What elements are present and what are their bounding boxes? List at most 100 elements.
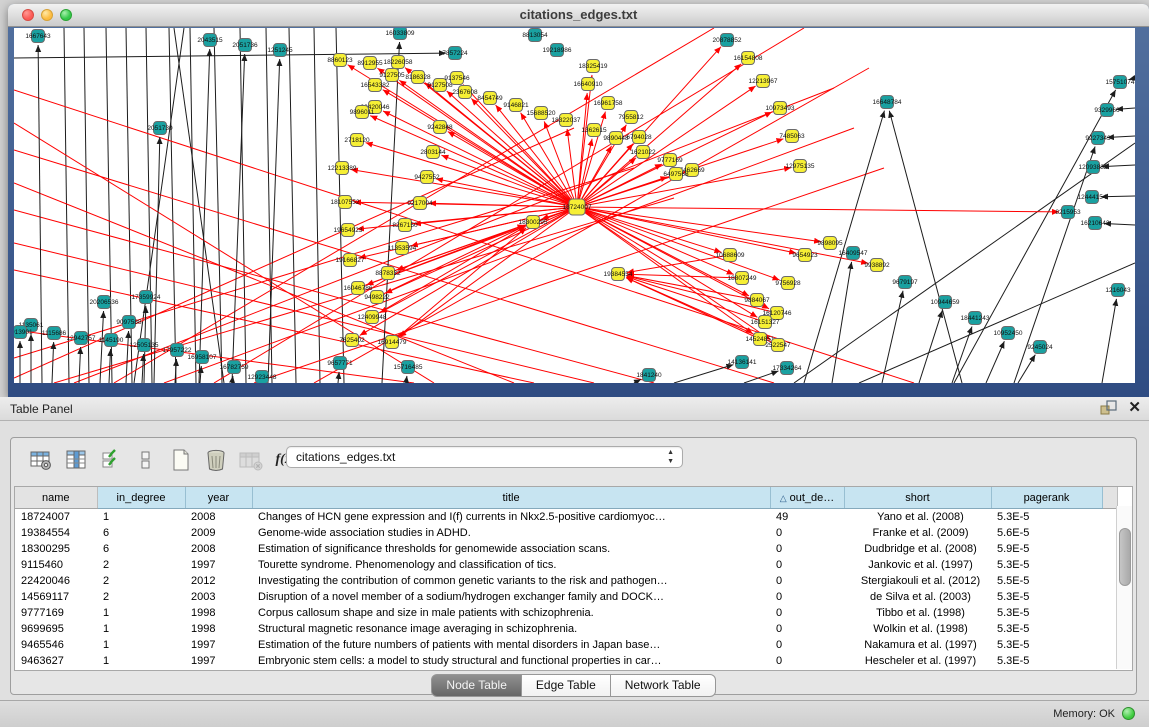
cell-out_degree[interactable]: 0 <box>770 573 844 589</box>
cell-pagerank[interactable]: 5.3E-5 <box>991 621 1102 637</box>
cell-name[interactable]: 9777169 <box>15 605 97 621</box>
graph-node-9427552[interactable]: 9427552 <box>414 171 440 184</box>
cell-pagerank[interactable]: 5.3E-5 <box>991 589 1102 605</box>
cell-pagerank[interactable]: 5.3E-5 <box>991 557 1102 573</box>
cell-pagerank[interactable]: 5.3E-5 <box>991 605 1102 621</box>
graph-node-10944659[interactable]: 10944659 <box>931 296 960 309</box>
cell-short[interactable]: Stergiakouli et al. (2012) <box>844 573 991 589</box>
graph-node-18325419[interactable]: 18325419 <box>579 60 608 73</box>
graph-node-9146821[interactable]: 9146821 <box>503 99 529 112</box>
cell-short[interactable]: Franke et al. (2009) <box>844 525 991 541</box>
column-header-title[interactable]: title <box>252 487 770 509</box>
cell-pagerank[interactable]: 5.3E-5 <box>991 509 1102 526</box>
table-row[interactable]: 1872400712008Changes of HCN gene express… <box>15 509 1117 526</box>
graph-node-9242848[interactable]: 9242848 <box>427 121 453 134</box>
table-row[interactable]: 1938455462009Genome-wide association stu… <box>15 525 1117 541</box>
graph-node-18107552[interactable]: 18107552 <box>331 196 360 209</box>
cell-name[interactable]: 9465546 <box>15 637 97 653</box>
graph-node-16648784[interactable]: 16648784 <box>873 96 902 109</box>
cell-in_degree[interactable]: 6 <box>97 541 185 557</box>
graph-node-16409547[interactable]: 16409547 <box>839 247 868 260</box>
cell-year[interactable]: 2012 <box>185 573 252 589</box>
graph-node-12975135[interactable]: 12975135 <box>786 160 815 173</box>
create-table-icon[interactable] <box>169 448 193 472</box>
graph-node-9938892[interactable]: 9938892 <box>864 259 890 272</box>
graph-node-9898095[interactable]: 9898095 <box>817 237 843 250</box>
graph-node-17334264[interactable]: 17334264 <box>773 362 802 375</box>
graph-node-8215953[interactable]: 8215953 <box>1055 206 1081 219</box>
cell-out_degree[interactable]: 0 <box>770 653 844 669</box>
graph-node-15751074[interactable]: 15751074 <box>1106 76 1135 89</box>
cell-year[interactable]: 2009 <box>185 525 252 541</box>
cell-in_degree[interactable]: 1 <box>97 621 185 637</box>
column-header-in_degree[interactable]: in_degree <box>97 487 185 509</box>
graph-node-12213967[interactable]: 12213967 <box>749 75 778 88</box>
cell-short[interactable]: Yano et al. (2008) <box>844 509 991 526</box>
cell-name[interactable]: 18724007 <box>15 509 97 526</box>
table-row[interactable]: 946362711997Embryonic stem cells: a mode… <box>15 653 1117 669</box>
cell-short[interactable]: Hescheler et al. (1997) <box>844 653 991 669</box>
graph-node-7955812[interactable]: 7955812 <box>618 111 644 124</box>
cell-in_degree[interactable]: 2 <box>97 589 185 605</box>
cell-out_degree[interactable]: 0 <box>770 637 844 653</box>
cell-name[interactable]: 14569117 <box>15 589 97 605</box>
cell-name[interactable]: 19384554 <box>15 525 97 541</box>
graph-node-9127505[interactable]: 9127505 <box>379 69 405 82</box>
cell-name[interactable]: 9115460 <box>15 557 97 573</box>
table-row[interactable]: 2242004622012Investigating the contribut… <box>15 573 1117 589</box>
graph-node-19166827[interactable]: 19166827 <box>336 254 365 267</box>
cell-title[interactable]: Corpus callosum shape and size in male p… <box>252 605 770 621</box>
cell-title[interactable]: Structural magnetic resonance image aver… <box>252 621 770 637</box>
graph-node-16154808[interactable]: 16154808 <box>734 52 763 65</box>
cell-title[interactable]: Embryonic stem cells: a model to study s… <box>252 653 770 669</box>
graph-node-18322037[interactable]: 18322037 <box>552 114 581 127</box>
graph-node-9890448[interactable]: 9890448 <box>603 132 629 145</box>
graph-node-9756928[interactable]: 9756928 <box>775 277 801 290</box>
cell-short[interactable]: de Silva et al. (2003) <box>844 589 991 605</box>
tab-network-table[interactable]: Network Table <box>611 674 716 697</box>
cell-name[interactable]: 18300295 <box>15 541 97 557</box>
graph-node-8454749[interactable]: 8454749 <box>477 92 503 105</box>
graph-node-9657771[interactable]: 9657771 <box>327 357 353 370</box>
cell-in_degree[interactable]: 1 <box>97 605 185 621</box>
scrollbar-thumb[interactable] <box>1119 528 1131 586</box>
tab-node-table[interactable]: Node Table <box>431 674 522 697</box>
graph-node-18441243[interactable]: 18441243 <box>961 312 990 325</box>
graph-node-1667643[interactable]: 1667643 <box>25 30 51 43</box>
graph-node-16961758[interactable]: 16961758 <box>594 97 623 110</box>
table-row[interactable]: 911546021997Tourette syndrome. Phenomeno… <box>15 557 1117 573</box>
graph-node-9654923[interactable]: 9654923 <box>792 249 818 262</box>
cell-pagerank[interactable]: 5.3E-5 <box>991 637 1102 653</box>
graph-node-1115686[interactable]: 1115686 <box>42 327 67 340</box>
graph-node-9245024[interactable]: 9245024 <box>1027 341 1053 354</box>
table-selector-dropdown[interactable]: citations_edges.txt ▲▼ <box>286 446 683 468</box>
table-row[interactable]: 1456911722003Disruption of a novel membe… <box>15 589 1117 605</box>
cell-year[interactable]: 2008 <box>185 509 252 526</box>
graph-node-8878332[interactable]: 8878332 <box>375 267 401 280</box>
graph-node-19218986[interactable]: 19218986 <box>543 44 572 57</box>
cell-name[interactable]: 9699695 <box>15 621 97 637</box>
cell-out_degree[interactable]: 0 <box>770 621 844 637</box>
graph-node-12093832[interactable]: 12093832 <box>1079 161 1108 174</box>
graph-node-11353594[interactable]: 11353594 <box>388 242 417 255</box>
cell-in_degree[interactable]: 1 <box>97 653 185 669</box>
float-window-icon[interactable] <box>1100 400 1118 416</box>
graph-node-16782759[interactable]: 16782759 <box>220 361 249 374</box>
cell-year[interactable]: 2003 <box>185 589 252 605</box>
graph-node-9329966[interactable]: 9329966 <box>1094 104 1120 117</box>
graph-node-12942757[interactable]: 12942757 <box>67 332 96 345</box>
column-header-name[interactable]: name <box>15 487 97 509</box>
cell-out_degree[interactable]: 0 <box>770 557 844 573</box>
cell-short[interactable]: Tibbo et al. (1998) <box>844 605 991 621</box>
table-row[interactable]: 969969511998Structural magnetic resonanc… <box>15 621 1117 637</box>
graph-node-16543382[interactable]: 16543382 <box>361 79 390 92</box>
cell-in_degree[interactable]: 6 <box>97 525 185 541</box>
cell-pagerank[interactable]: 5.3E-5 <box>991 653 1102 669</box>
graph-node-18226058[interactable]: 18226058 <box>384 56 413 69</box>
column-header-out_degree[interactable]: △out_de… <box>770 487 844 509</box>
graph-node-20878852[interactable]: 20878852 <box>713 34 742 47</box>
select-all-rows-icon[interactable] <box>99 448 123 472</box>
tab-edge-table[interactable]: Edge Table <box>522 674 611 697</box>
cell-year[interactable]: 1997 <box>185 653 252 669</box>
graph-node-8813054[interactable]: 8813054 <box>522 29 548 42</box>
